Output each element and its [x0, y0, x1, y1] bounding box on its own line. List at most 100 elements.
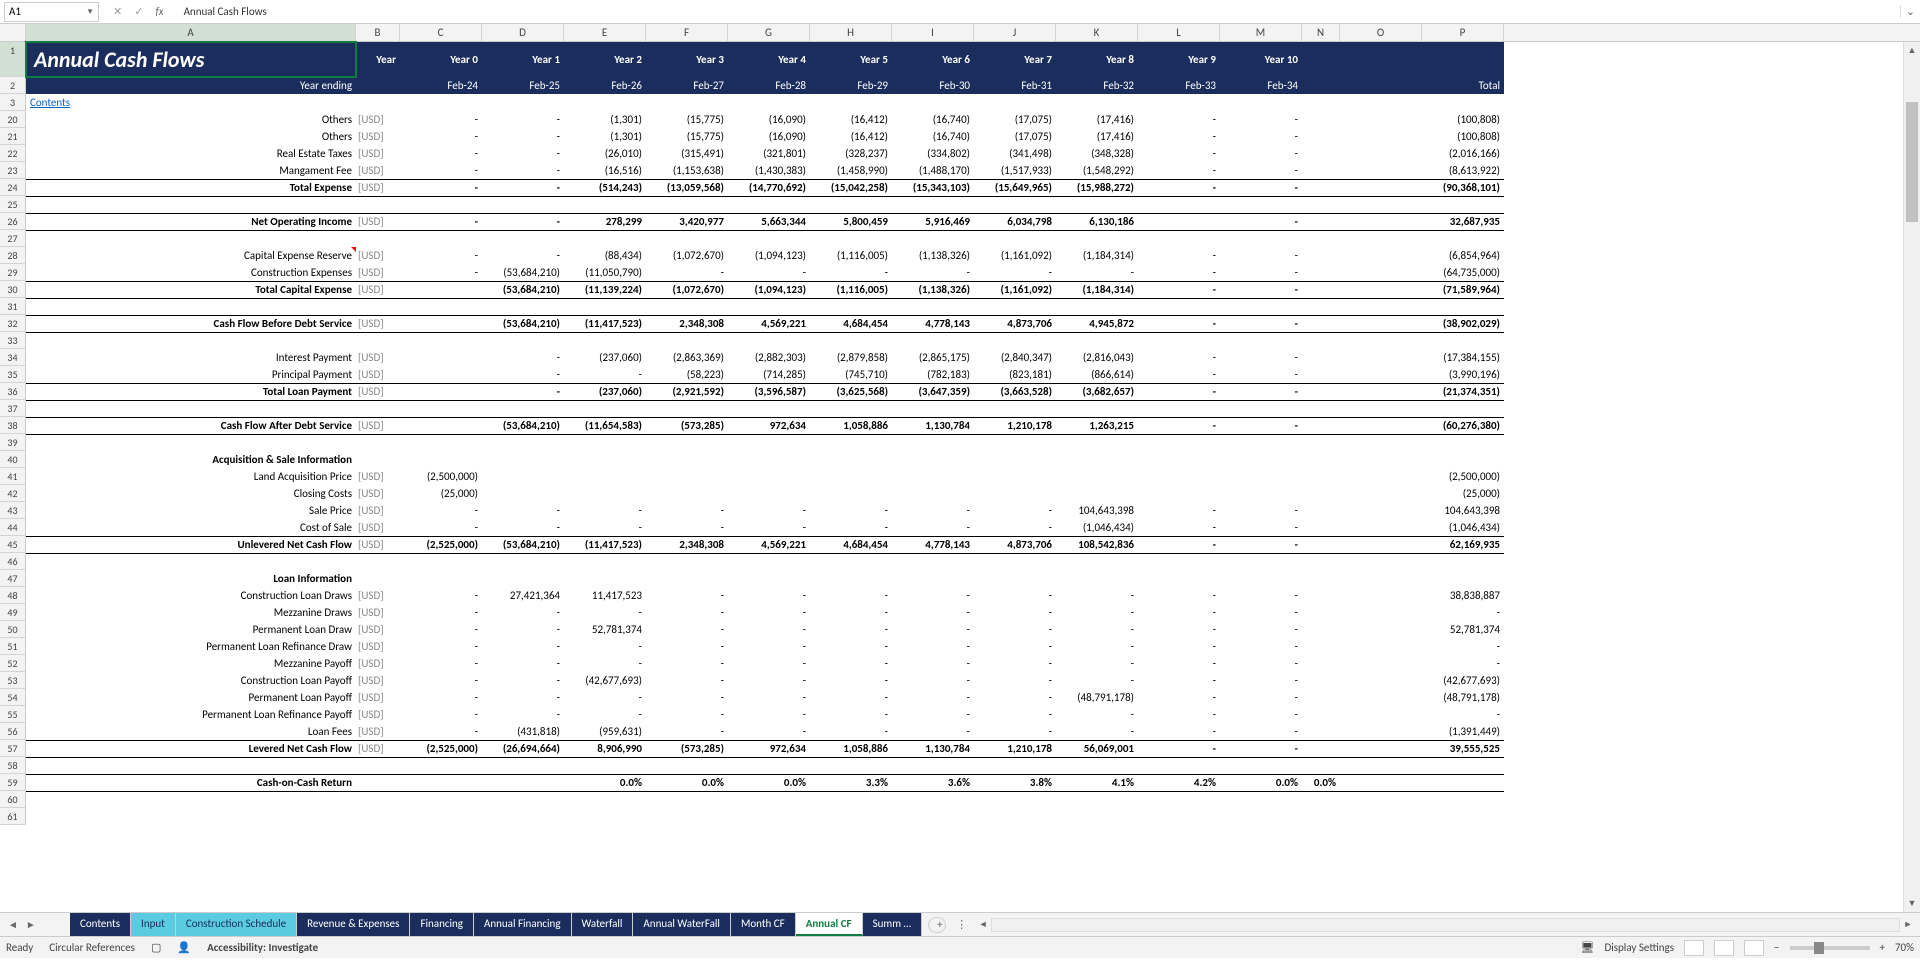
row-header[interactable]: 51 [0, 638, 25, 655]
column-header[interactable]: M [1220, 24, 1302, 41]
sheet-tab[interactable]: Summ … [863, 913, 923, 936]
row-header[interactable]: 50 [0, 621, 25, 638]
tab-first-icon[interactable]: ◄ [8, 918, 18, 931]
confirm-icon[interactable]: ✓ [134, 5, 143, 18]
sheet-tab[interactable]: Waterfall [572, 913, 634, 936]
row-header[interactable]: 43 [0, 502, 25, 519]
row-header[interactable]: 49 [0, 604, 25, 621]
row-header[interactable]: 3 [0, 94, 25, 111]
row-header[interactable]: 36 [0, 383, 25, 400]
sheet-tab[interactable]: Annual Financing [474, 913, 572, 936]
sheet-tab[interactable]: Revenue & Expenses [297, 913, 410, 936]
fx-icon[interactable]: fx [155, 5, 163, 18]
sheet-tab[interactable]: Annual WaterFall [633, 913, 731, 936]
column-header[interactable]: F [646, 24, 728, 41]
row-header[interactable]: 48 [0, 587, 25, 604]
row-header[interactable]: 24 [0, 179, 25, 196]
sheet-tab[interactable]: Financing [410, 913, 474, 936]
scroll-left-icon[interactable]: ◄ [975, 919, 991, 930]
status-accessibility[interactable]: Accessibility: Investigate [207, 941, 318, 954]
row-header[interactable]: 29 [0, 264, 25, 281]
tab-next-icon[interactable]: ► [26, 918, 36, 931]
sheet-tab[interactable]: Input [131, 913, 176, 936]
column-header[interactable]: K [1056, 24, 1138, 41]
row-header[interactable]: 41 [0, 468, 25, 485]
cells-area[interactable]: Annual Cash FlowsYearYear 0Year 1Year 2Y… [26, 42, 1920, 825]
row-header[interactable]: 57 [0, 740, 25, 757]
row-header[interactable]: 26 [0, 213, 25, 230]
row-header[interactable]: 44 [0, 519, 25, 536]
sheet-tab[interactable]: Contents [70, 913, 131, 936]
scroll-right-icon[interactable]: ► [1900, 919, 1916, 930]
column-header[interactable] [0, 24, 26, 41]
row-header[interactable]: 47 [0, 570, 25, 587]
column-header[interactable]: A [26, 24, 356, 41]
chevron-down-icon[interactable]: ▼ [86, 7, 94, 17]
accessibility-icon[interactable]: 👤 [177, 941, 191, 954]
row-header[interactable]: 40 [0, 451, 25, 468]
zoom-out-button[interactable]: − [1774, 941, 1779, 954]
sheet-tab[interactable]: Annual CF [796, 913, 863, 936]
row-header[interactable]: 55 [0, 706, 25, 723]
row-header[interactable]: 58 [0, 757, 25, 774]
column-header[interactable]: I [892, 24, 974, 41]
zoom-level[interactable]: 70% [1895, 941, 1914, 954]
column-header[interactable]: G [728, 24, 810, 41]
row-header[interactable]: 33 [0, 332, 25, 349]
row-header[interactable]: 23 [0, 162, 25, 179]
expand-formula-bar-icon[interactable]: ⌄ [1900, 5, 1920, 18]
vertical-scrollbar[interactable]: ▲ ▼ [1903, 42, 1920, 912]
row-header[interactable]: 53 [0, 672, 25, 689]
row-header[interactable]: 27 [0, 230, 25, 247]
zoom-in-button[interactable]: + [1880, 941, 1885, 954]
scroll-thumb[interactable] [1906, 102, 1918, 222]
row-header[interactable]: 60 [0, 791, 25, 808]
row-header[interactable]: 32 [0, 315, 25, 332]
h-scroll-track[interactable] [991, 918, 1900, 932]
title-cell[interactable]: Annual Cash Flows [26, 42, 356, 77]
row-header[interactable]: 42 [0, 485, 25, 502]
row-header[interactable]: 61 [0, 808, 25, 825]
row-header[interactable]: 52 [0, 655, 25, 672]
column-header[interactable]: D [482, 24, 564, 41]
row-header[interactable]: 59 [0, 774, 25, 791]
scroll-up-icon[interactable]: ▲ [1904, 42, 1920, 59]
view-page-break-button[interactable] [1744, 940, 1764, 956]
sheet-tab[interactable]: Month CF [731, 913, 796, 936]
cancel-icon[interactable]: ✕ [113, 5, 122, 18]
macro-record-icon[interactable]: ▢ [151, 941, 161, 954]
row-header[interactable]: 35 [0, 366, 25, 383]
name-box[interactable]: A1 ▼ [4, 2, 99, 22]
zoom-slider[interactable] [1790, 946, 1870, 950]
row-header[interactable]: 30 [0, 281, 25, 298]
view-normal-button[interactable] [1684, 940, 1704, 956]
row-header[interactable]: 22 [0, 145, 25, 162]
row-header[interactable]: 20 [0, 111, 25, 128]
column-header[interactable]: O [1340, 24, 1422, 41]
status-display-settings[interactable]: Display Settings [1604, 941, 1674, 954]
column-header[interactable]: C [400, 24, 482, 41]
row-header[interactable]: 28 [0, 247, 25, 264]
sheet-tab[interactable]: Construction Schedule [176, 913, 297, 936]
formula-input[interactable]: Annual Cash Flows [178, 5, 1900, 18]
row-header[interactable]: 38 [0, 417, 25, 434]
contents-link[interactable]: Contents [26, 94, 356, 111]
row-header[interactable]: 54 [0, 689, 25, 706]
horizontal-scrollbar[interactable]: ◄ ► [975, 918, 1916, 932]
row-header[interactable]: 21 [0, 128, 25, 145]
row-header[interactable]: 34 [0, 349, 25, 366]
column-header[interactable]: H [810, 24, 892, 41]
row-header[interactable]: 46 [0, 553, 25, 570]
display-settings-icon[interactable]: 🖥 [1580, 941, 1594, 954]
column-header[interactable]: J [974, 24, 1056, 41]
column-header[interactable]: L [1138, 24, 1220, 41]
row-header[interactable]: 31 [0, 298, 25, 315]
row-header[interactable]: 45 [0, 536, 25, 553]
add-sheet-button[interactable]: + [928, 917, 946, 933]
row-header[interactable]: 2 [0, 77, 25, 94]
column-header[interactable]: P [1422, 24, 1504, 41]
row-header[interactable]: 37 [0, 400, 25, 417]
row-header[interactable]: 39 [0, 434, 25, 451]
column-header[interactable]: E [564, 24, 646, 41]
column-header[interactable]: B [356, 24, 400, 41]
